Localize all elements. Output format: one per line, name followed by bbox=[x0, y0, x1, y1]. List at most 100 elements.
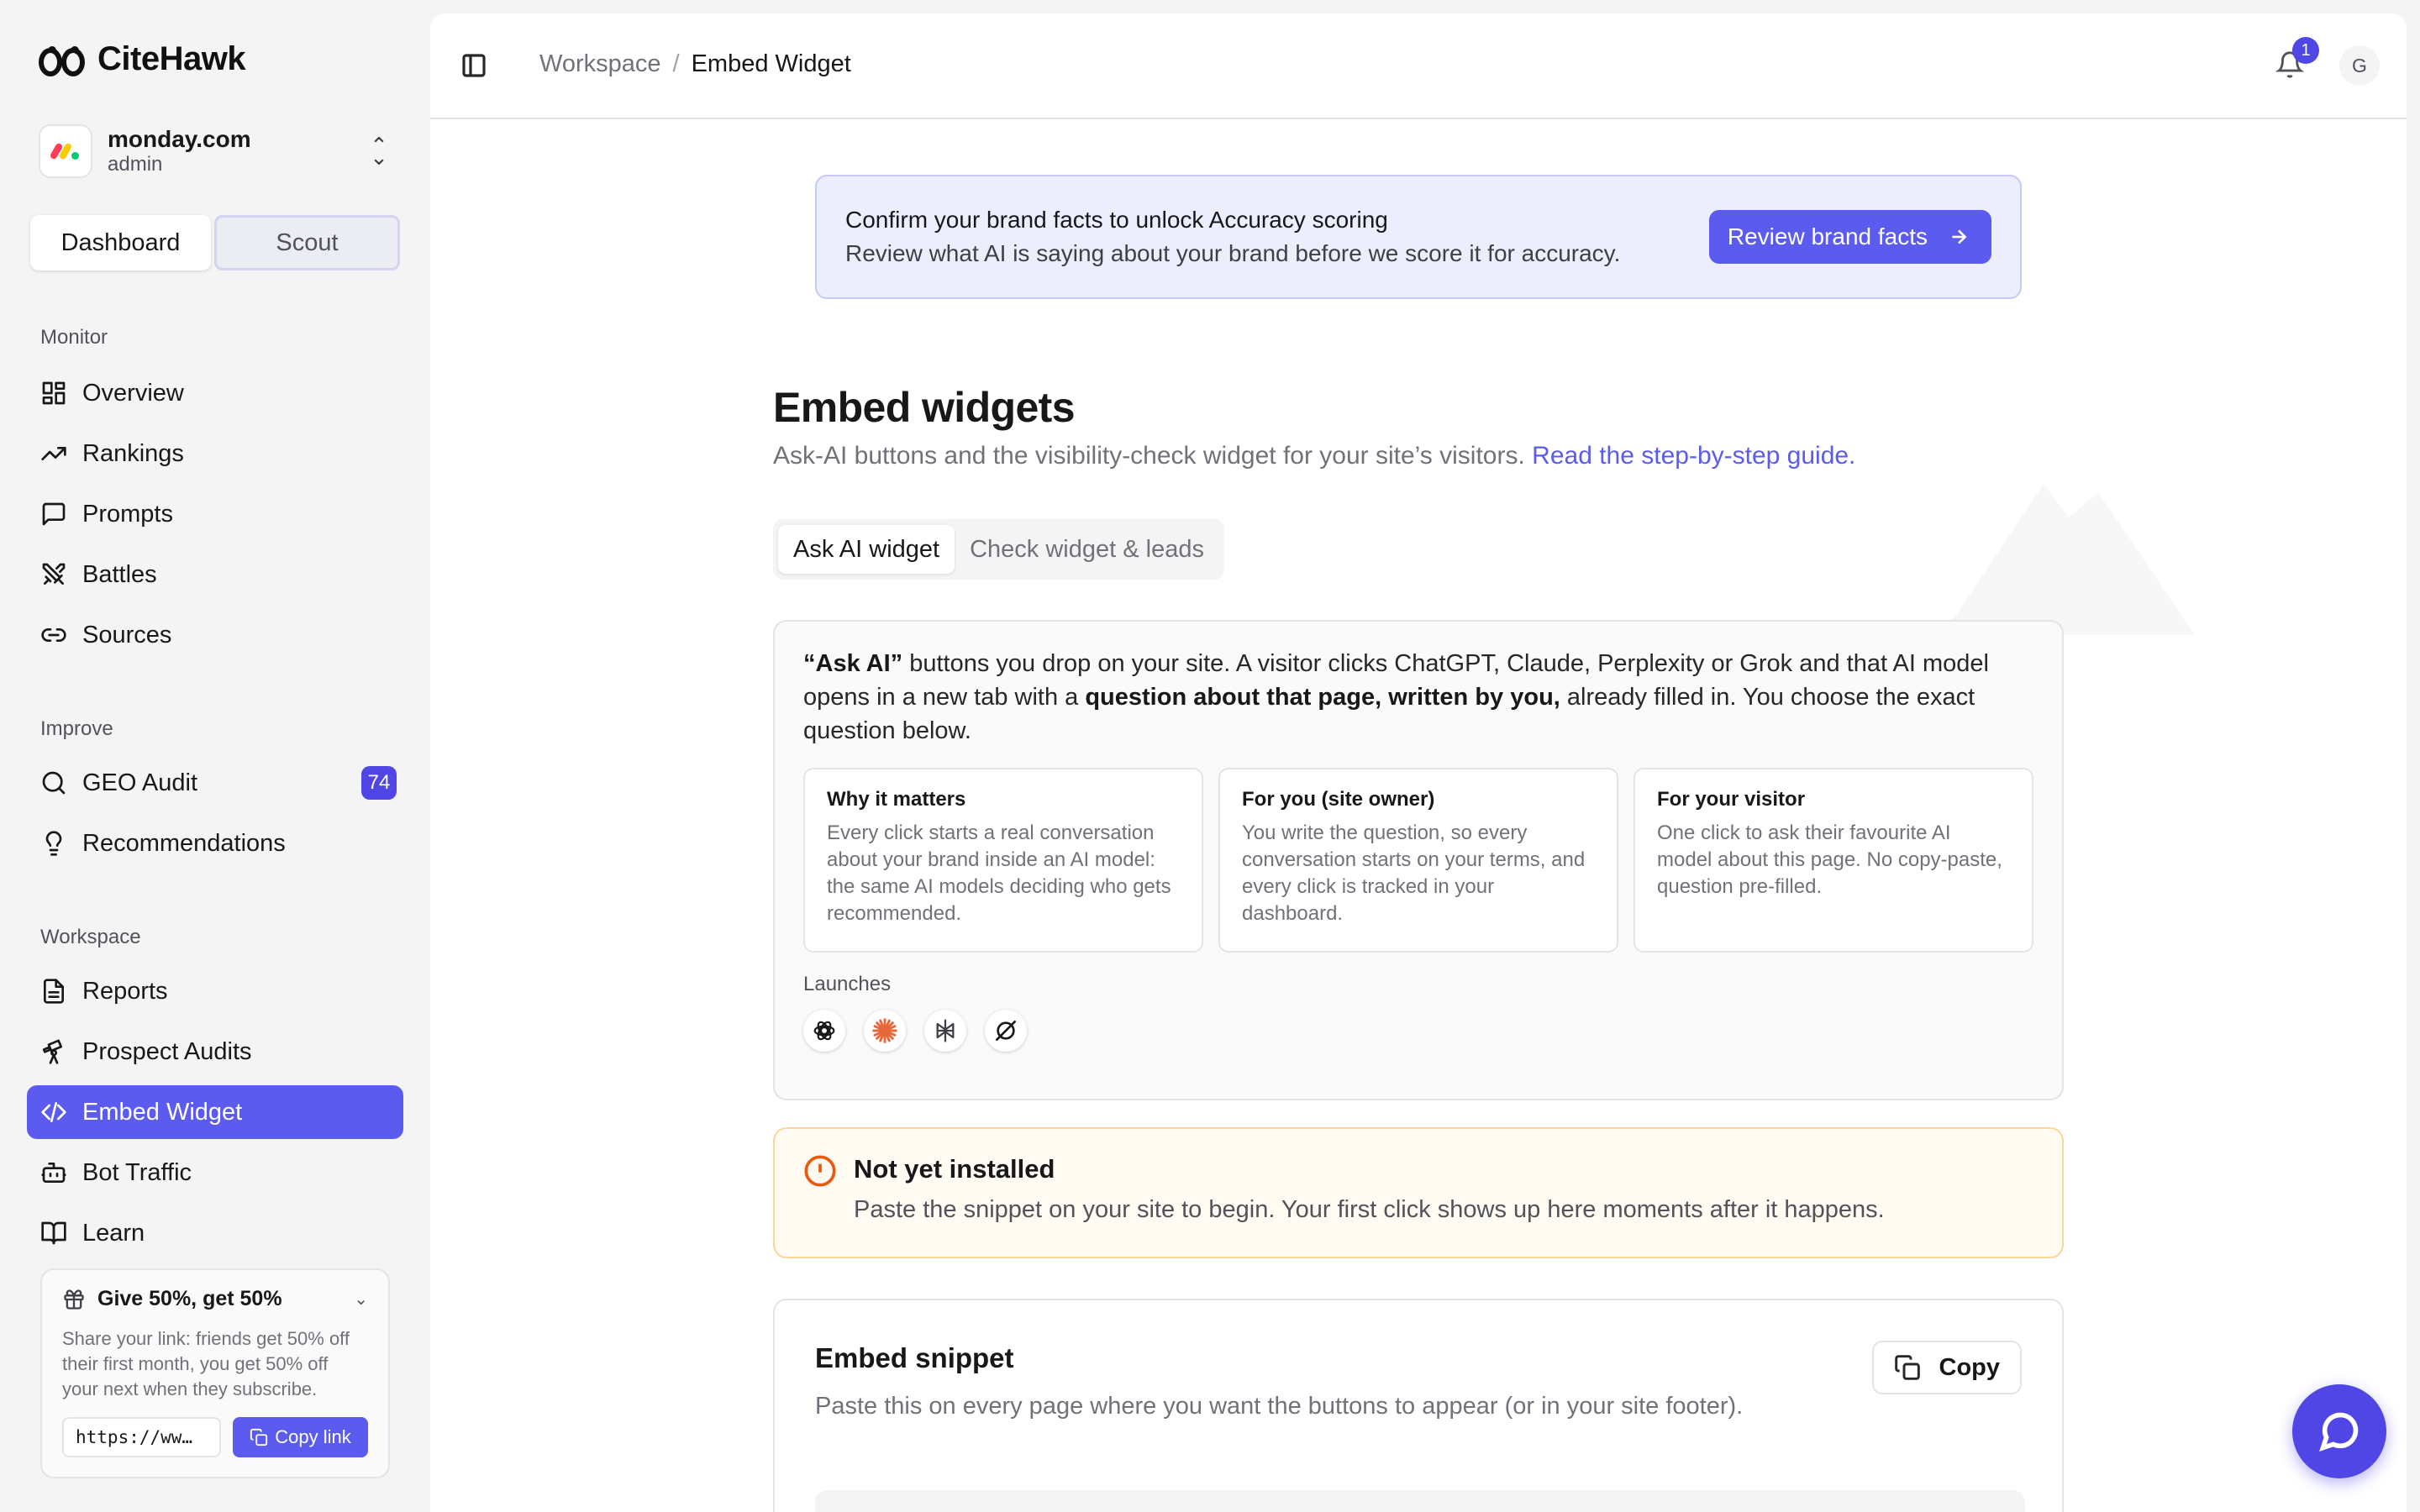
swords-icon bbox=[40, 561, 67, 588]
benefit-card-why-it-matters: Why it matters Every click starts a real… bbox=[803, 768, 1203, 953]
install-status-alert: Not yet installed Paste the snippet on y… bbox=[773, 1127, 2064, 1258]
gift-icon bbox=[64, 1289, 84, 1310]
guide-link[interactable]: Read the step-by-step guide. bbox=[1532, 442, 1855, 470]
sidebar-item-bot-traffic[interactable]: Bot Traffic bbox=[27, 1146, 403, 1200]
app-name: CiteHawk bbox=[97, 40, 246, 77]
intro-strong-question: question about that page, written by you… bbox=[1085, 684, 1560, 711]
search-icon bbox=[40, 769, 67, 796]
banner-title: Confirm your brand facts to unlock Accur… bbox=[845, 207, 1388, 233]
main-panel: Workspace / Embed Widget 1 G Confirm you… bbox=[430, 13, 2407, 1512]
alert-circle-icon bbox=[803, 1154, 837, 1231]
sidebar: CiteHawk monday.com admin ⌃ ⌄ Dashboard S… bbox=[0, 0, 430, 1512]
top-bar: Workspace / Embed Widget 1 G bbox=[430, 13, 2407, 119]
link-icon bbox=[40, 622, 67, 648]
copy-link-button[interactable]: Copy link bbox=[232, 1417, 368, 1457]
sidebar-item-rankings[interactable]: Rankings bbox=[27, 427, 403, 480]
bot-icon bbox=[40, 1159, 67, 1186]
sidebar-item-prompts[interactable]: Prompts bbox=[27, 487, 403, 541]
referral-card: Give 50%, get 50% ⌄ Share your link: fri… bbox=[40, 1268, 390, 1478]
notifications-button[interactable]: 1 bbox=[2275, 37, 2319, 81]
referral-header[interactable]: Give 50%, get 50% ⌄ bbox=[62, 1287, 368, 1311]
perplexity-icon bbox=[924, 1010, 966, 1052]
review-brand-facts-label: Review brand facts bbox=[1727, 223, 1928, 249]
sidebar-item-sources[interactable]: Sources bbox=[27, 608, 403, 662]
page-subtitle-text: Ask-AI buttons and the visibility-check … bbox=[773, 442, 1525, 470]
breadcrumb: Workspace / Embed Widget bbox=[539, 50, 851, 78]
referral-title: Give 50%, get 50% bbox=[97, 1287, 282, 1310]
app-logo[interactable]: CiteHawk bbox=[39, 40, 246, 78]
sidebar-item-label: Overview bbox=[82, 379, 184, 407]
ask-ai-intro: “Ask AI” buttons you drop on your site. … bbox=[803, 647, 2033, 748]
sidebar-item-label: Prompts bbox=[82, 500, 173, 528]
org-switcher[interactable]: monday.com admin ⌃ ⌄ bbox=[39, 123, 392, 180]
sidebar-item-label: Prospect Audits bbox=[82, 1037, 252, 1065]
snippet-code-block[interactable] bbox=[815, 1490, 2025, 1512]
tab-ask-ai-widget[interactable]: Ask AI widget bbox=[778, 525, 955, 574]
org-role: admin bbox=[108, 153, 163, 176]
launch-targets bbox=[803, 1010, 2033, 1052]
chatgpt-icon bbox=[803, 1010, 845, 1052]
group-label-monitor: Monitor bbox=[40, 326, 108, 349]
notification-count-badge: 1 bbox=[2292, 37, 2319, 64]
launches-label: Launches bbox=[803, 973, 892, 995]
claude-icon bbox=[864, 1010, 906, 1052]
review-brand-facts-button[interactable]: Review brand facts bbox=[1708, 210, 1991, 264]
sidebar-item-battles[interactable]: Battles bbox=[27, 548, 403, 601]
tab-check-widget-leads[interactable]: Check widget & leads bbox=[955, 525, 1219, 574]
sidebar-item-label: Battles bbox=[82, 560, 157, 588]
sidebar-item-embed-widget[interactable]: Embed Widget bbox=[27, 1085, 403, 1139]
widget-tabs: Ask AI widget Check widget & leads bbox=[773, 519, 1224, 580]
lightbulb-icon bbox=[40, 830, 67, 857]
page-title: Embed widgets bbox=[773, 384, 1076, 431]
embed-snippet-card: Embed snippet Paste this on every page w… bbox=[773, 1299, 2064, 1512]
chat-support-button[interactable] bbox=[2292, 1384, 2386, 1478]
copy-icon bbox=[250, 1428, 268, 1446]
sidebar-item-learn[interactable]: Learn bbox=[27, 1206, 403, 1260]
sidebar-toggle-button[interactable] bbox=[460, 52, 487, 79]
org-name: monday.com bbox=[108, 126, 251, 152]
breadcrumb-separator: / bbox=[672, 50, 680, 77]
benefit-text: One click to ask their favourite AI mode… bbox=[1657, 822, 2002, 898]
sidebar-item-label: Recommendations bbox=[82, 829, 286, 857]
code-icon bbox=[40, 1099, 67, 1126]
message-square-icon bbox=[40, 501, 67, 528]
benefit-title: Why it matters bbox=[827, 788, 966, 811]
install-status-title: Not yet installed bbox=[854, 1154, 1055, 1184]
copy-snippet-button[interactable]: Copy bbox=[1871, 1341, 2022, 1394]
mode-scout[interactable]: Scout bbox=[214, 215, 400, 270]
benefit-text: Every click starts a real conversation a… bbox=[827, 822, 1171, 925]
mode-dashboard[interactable]: Dashboard bbox=[30, 215, 211, 270]
install-status-text: Paste the snippet on your site to begin.… bbox=[854, 1196, 1885, 1223]
page-subtitle: Ask-AI buttons and the visibility-check … bbox=[773, 442, 1855, 470]
mode-switch: Dashboard Scout bbox=[30, 215, 400, 270]
sidebar-item-prospect-audits[interactable]: Prospect Audits bbox=[27, 1025, 403, 1079]
snippet-description: Paste this on every page where you want … bbox=[815, 1393, 1744, 1420]
copy-link-label: Copy link bbox=[275, 1426, 351, 1447]
sidebar-item-label: Reports bbox=[82, 977, 168, 1005]
book-open-icon bbox=[40, 1220, 67, 1247]
background-mountain-decoration bbox=[1943, 484, 2195, 635]
benefit-title: For your visitor bbox=[1657, 788, 1806, 811]
sidebar-item-label: Rankings bbox=[82, 439, 184, 467]
sidebar-item-reports[interactable]: Reports bbox=[27, 964, 403, 1018]
sidebar-item-geo-audit[interactable]: GEO Audit 74 bbox=[27, 756, 403, 810]
sidebar-item-overview[interactable]: Overview bbox=[27, 366, 403, 420]
referral-description: Share your link: friends get 50% off the… bbox=[62, 1328, 350, 1399]
breadcrumb-workspace[interactable]: Workspace bbox=[539, 50, 661, 78]
breadcrumb-current: Embed Widget bbox=[691, 50, 851, 77]
telescope-icon bbox=[40, 1038, 67, 1065]
grok-icon bbox=[985, 1010, 1027, 1052]
user-avatar[interactable]: G bbox=[2339, 45, 2380, 86]
grid-icon bbox=[40, 380, 67, 407]
snippet-title: Embed snippet bbox=[815, 1342, 1014, 1373]
message-circle-icon bbox=[2319, 1412, 2359, 1452]
sidebar-item-label: Embed Widget bbox=[82, 1098, 243, 1126]
banner-text: Review what AI is saying about your bran… bbox=[845, 240, 1621, 266]
trending-up-icon bbox=[40, 440, 67, 467]
group-label-workspace: Workspace bbox=[40, 926, 141, 948]
referral-link-field[interactable]: https://ww… bbox=[62, 1417, 221, 1457]
hawk-eyes-logo-icon bbox=[39, 43, 87, 76]
sidebar-item-label: Sources bbox=[82, 621, 172, 648]
copy-snippet-label: Copy bbox=[1939, 1353, 2001, 1381]
sidebar-item-recommendations[interactable]: Recommendations bbox=[27, 816, 403, 870]
